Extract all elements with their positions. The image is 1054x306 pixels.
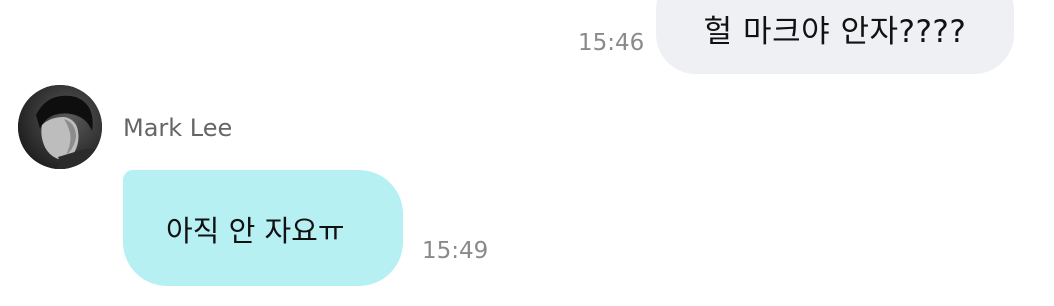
message-text: 아직 안 자요ㅠ [166,214,345,248]
message-timestamp: 15:49 [422,238,489,264]
avatar[interactable] [18,85,102,169]
incoming-message-bubble[interactable]: 아직 안 자요ㅠ [123,170,403,286]
outgoing-message-bubble[interactable]: 헐 마크야 안자???? [656,0,1014,74]
message-text: 헐 마크야 안자???? [703,14,967,50]
message-timestamp: 15:46 [578,30,645,56]
profile-photo-icon [18,85,102,169]
sender-name: Mark Lee [123,114,233,142]
